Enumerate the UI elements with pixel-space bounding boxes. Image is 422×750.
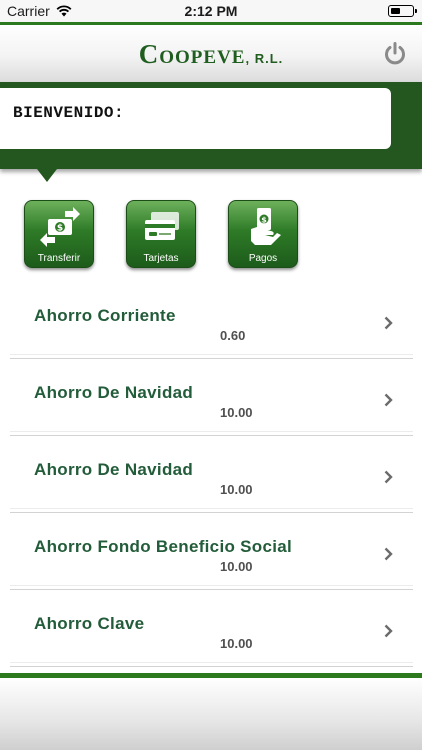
payments-button[interactable]: $ Pagos xyxy=(228,200,298,268)
account-balance: 0.60 xyxy=(220,328,246,343)
account-balance: 10.00 xyxy=(220,482,253,497)
account-row[interactable]: Ahorro De Navidad 10.00 xyxy=(10,359,413,436)
account-balance: 10.00 xyxy=(220,636,253,651)
account-name: Ahorro Corriente xyxy=(34,306,176,325)
chevron-right-icon xyxy=(384,624,393,638)
transfer-label: Transferir xyxy=(37,253,81,264)
payments-label: Pagos xyxy=(248,253,278,264)
app-footer xyxy=(0,673,422,750)
welcome-pointer xyxy=(37,169,57,182)
account-row[interactable]: Ahorro Clave 10.00 xyxy=(10,590,413,667)
account-row[interactable]: Ahorro De Navidad 10.00 xyxy=(10,436,413,513)
transfer-button[interactable]: $ Transferir xyxy=(24,200,94,268)
brand-suffix: , R.L. xyxy=(245,51,284,66)
account-balance: 10.00 xyxy=(220,559,253,574)
welcome-label: BIENVENIDO: xyxy=(13,104,125,122)
brand-name: Coopeve xyxy=(138,39,246,69)
account-name: Ahorro De Navidad xyxy=(34,383,194,402)
app-header: Coopeve, R.L. xyxy=(0,22,422,82)
transfer-money-icon: $ xyxy=(40,207,80,247)
account-row[interactable]: Ahorro Fondo Beneficio Social 10.00 xyxy=(10,513,413,590)
svg-text:$: $ xyxy=(261,215,267,224)
status-bar: Carrier 2:12 PM xyxy=(0,0,422,22)
account-name: Ahorro Clave xyxy=(34,614,145,633)
battery-icon xyxy=(388,5,417,17)
account-row[interactable]: Ahorro Corriente 0.60 xyxy=(10,282,413,359)
chevron-right-icon xyxy=(384,393,393,407)
cards-label: Tarjetas xyxy=(143,253,179,264)
chevron-right-icon xyxy=(384,470,393,484)
accounts-list: Ahorro Corriente 0.60 Ahorro De Navidad … xyxy=(10,282,413,667)
welcome-band: BIENVENIDO: xyxy=(0,82,422,169)
cards-icon xyxy=(145,212,179,240)
chevron-right-icon xyxy=(384,316,393,330)
account-name: Ahorro Fondo Beneficio Social xyxy=(34,537,293,556)
account-name: Ahorro De Navidad xyxy=(34,460,194,479)
brand-logo: Coopeve, R.L. xyxy=(0,39,422,70)
svg-text:$: $ xyxy=(57,224,63,234)
power-icon[interactable] xyxy=(382,41,408,67)
cards-button[interactable]: Tarjetas xyxy=(126,200,196,268)
payment-hand-icon: $ xyxy=(251,208,281,245)
chevron-right-icon xyxy=(384,547,393,561)
welcome-card: BIENVENIDO: xyxy=(0,88,391,149)
status-time: 2:12 PM xyxy=(184,3,238,19)
account-balance: 10.00 xyxy=(220,405,253,420)
